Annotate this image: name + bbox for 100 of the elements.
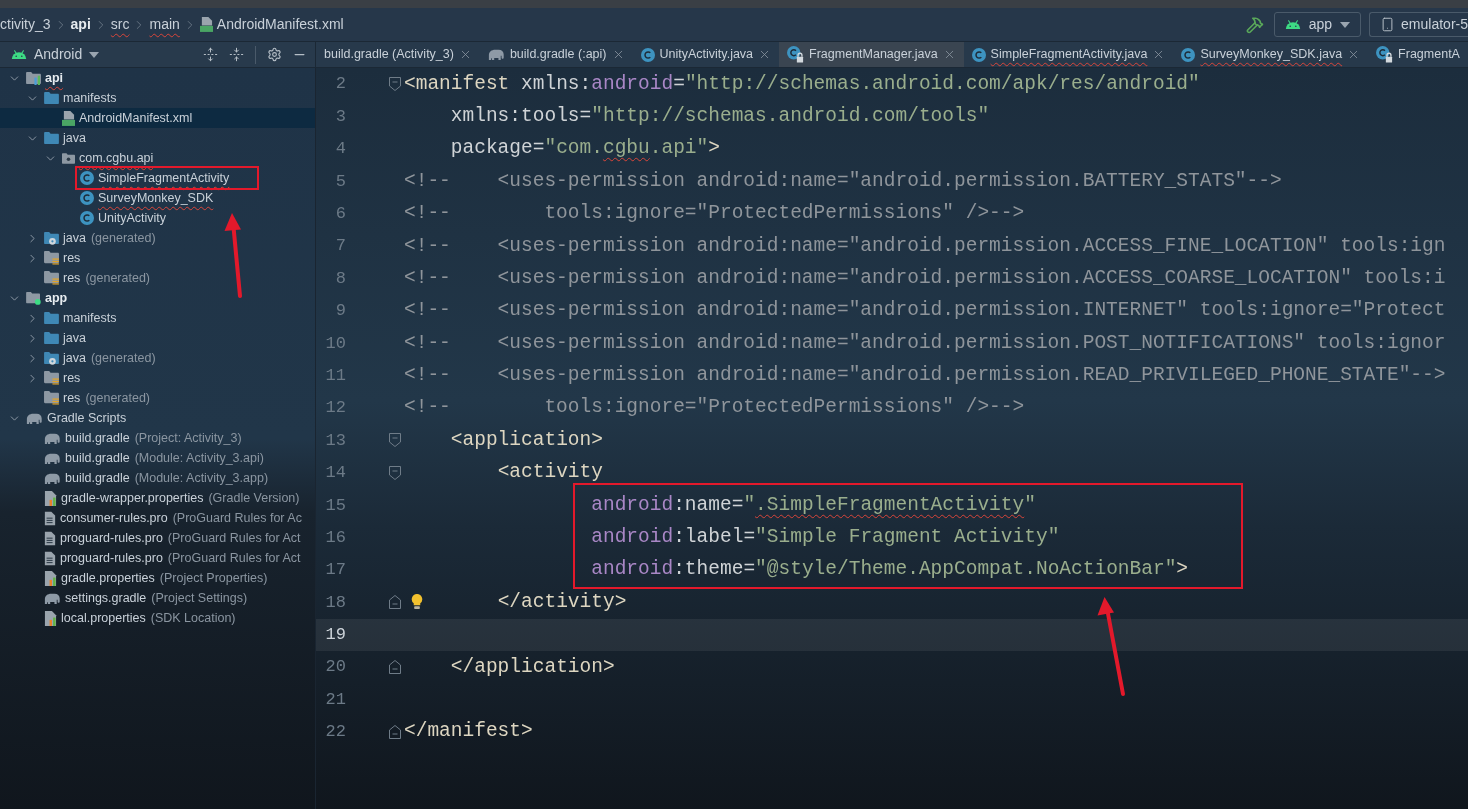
tree-item[interactable]: api bbox=[0, 68, 315, 88]
line-number: 2 bbox=[334, 73, 346, 96]
properties-file-icon bbox=[44, 610, 57, 626]
tree-item[interactable]: build.gradle (Module: Activity_3.api) bbox=[0, 448, 315, 468]
tree-item[interactable]: java bbox=[0, 128, 315, 148]
editor-tab[interactable]: UnityActivity.java bbox=[632, 42, 780, 67]
class-icon bbox=[80, 211, 94, 225]
tree-item[interactable]: UnityActivity bbox=[0, 208, 315, 228]
device-dropdown[interactable]: emulator-5 bbox=[1369, 12, 1468, 37]
line-number: 13 bbox=[324, 429, 346, 452]
tree-item[interactable]: local.properties (SDK Location) bbox=[0, 608, 315, 628]
tree-item[interactable]: proguard-rules.pro (ProGuard Rules for Act bbox=[0, 548, 315, 568]
code-line: <activity bbox=[497, 460, 603, 486]
tree-item[interactable]: res bbox=[0, 248, 315, 268]
android-icon bbox=[1284, 20, 1301, 29]
tree-item[interactable]: AndroidManifest.xml bbox=[0, 108, 315, 128]
elephant-icon bbox=[487, 49, 505, 60]
editor-tab[interactable]: build.gradle (Activity_3) bbox=[316, 42, 480, 67]
editor-tab[interactable]: SimpleFragmentActivity.java bbox=[963, 42, 1174, 67]
phone-icon bbox=[1380, 17, 1396, 32]
hammer-icon[interactable] bbox=[1245, 15, 1264, 34]
editor-tab[interactable]: FragmentManager.java bbox=[779, 42, 964, 67]
caret-down-icon bbox=[89, 51, 100, 58]
breadcrumb-item[interactable]: AndroidManifest.xml bbox=[199, 14, 344, 35]
tree-item[interactable]: app bbox=[0, 288, 315, 308]
breadcrumb-item[interactable]: main bbox=[149, 14, 180, 35]
code-line: <!-- tools:ignore="ProtectedPermissions" />--> bbox=[404, 395, 1025, 421]
settings-icon[interactable] bbox=[267, 47, 282, 62]
breadcrumb-item[interactable]: src bbox=[110, 14, 130, 35]
line-number: 20 bbox=[324, 656, 346, 679]
tree-item[interactable]: consumer-rules.pro (ProGuard Rules for Ac bbox=[0, 508, 315, 528]
editor-tab[interactable]: SurveyMonkey_SDK.java bbox=[1173, 42, 1369, 67]
code-line: xmlns:tools="http://schemas.android.com/tools" bbox=[450, 103, 990, 129]
fold-marker-icon[interactable] bbox=[389, 433, 401, 448]
breadcrumb-item[interactable]: api bbox=[70, 14, 91, 35]
folder-with-gear-icon bbox=[44, 231, 59, 245]
lightbulb-icon[interactable] bbox=[411, 594, 423, 610]
code-line: </activity> bbox=[497, 589, 627, 615]
tree-item[interactable]: java (generated) bbox=[0, 228, 315, 248]
folder-icon bbox=[44, 132, 59, 144]
line-number: 8 bbox=[334, 267, 346, 290]
tree-item[interactable]: build.gradle (Module: Activity_3.app) bbox=[0, 468, 315, 488]
expand-all-icon[interactable] bbox=[203, 47, 218, 62]
code-line: <!-- <uses-permission android:name="android.permission.READ_PRIVILEGED_PHONE_STATE"--> bbox=[404, 363, 1446, 389]
tree-item[interactable]: proguard-rules.pro (ProGuard Rules for Act bbox=[0, 528, 315, 548]
code-line: android:name=".SimpleFragmentActivity" bbox=[591, 492, 1036, 518]
line-number: 14 bbox=[324, 462, 346, 485]
tree-item[interactable]: res bbox=[0, 368, 315, 388]
folder-icon bbox=[44, 92, 59, 104]
line-number: 19 bbox=[324, 624, 346, 647]
elephant-icon bbox=[44, 592, 61, 604]
collapse-all-icon[interactable] bbox=[229, 47, 244, 62]
line-number: 18 bbox=[324, 591, 346, 614]
tree-item[interactable]: res (generated) bbox=[0, 268, 315, 288]
run-configuration-dropdown[interactable]: app bbox=[1273, 12, 1362, 37]
folder-icon bbox=[44, 332, 59, 344]
fold-marker-icon[interactable] bbox=[389, 595, 401, 610]
editor-tab[interactable]: build.gradle (:api) bbox=[479, 42, 633, 67]
resource-folder-icon bbox=[44, 271, 59, 285]
editor-tab[interactable]: FragmentA bbox=[1368, 42, 1468, 67]
line-number: 15 bbox=[324, 494, 346, 517]
line-number: 17 bbox=[324, 559, 346, 582]
tree-item[interactable]: settings.gradle (Project Settings) bbox=[0, 588, 315, 608]
code-line: android:label="Simple Fragment Activity" bbox=[591, 525, 1060, 551]
code-line: </application> bbox=[450, 654, 615, 680]
line-number: 6 bbox=[334, 203, 346, 225]
manifest-file-icon bbox=[199, 17, 213, 32]
breadcrumb-item[interactable]: ctivity_3 bbox=[0, 14, 51, 35]
tree-item[interactable]: manifests bbox=[0, 88, 315, 108]
tree-item[interactable]: build.gradle (Project: Activity_3) bbox=[0, 428, 315, 448]
resource-folder-icon bbox=[44, 391, 59, 405]
tree-item[interactable]: gradle.properties (Project Properties) bbox=[0, 568, 315, 588]
tree-item[interactable]: SurveyMonkey_SDK bbox=[0, 188, 315, 208]
line-number: 4 bbox=[334, 138, 346, 161]
line-number: 16 bbox=[324, 526, 346, 549]
resource-folder-icon bbox=[44, 371, 59, 385]
android-icon bbox=[11, 50, 27, 59]
fold-marker-icon[interactable] bbox=[389, 77, 401, 92]
fold-marker-icon[interactable] bbox=[389, 660, 401, 675]
code-line: <!-- <uses-permission android:name="android.permission.BATTERY_STATS"--> bbox=[404, 168, 1282, 194]
tree-item[interactable]: java bbox=[0, 328, 315, 348]
project-view-dropdown[interactable]: Android bbox=[0, 44, 100, 65]
line-number: 7 bbox=[334, 235, 346, 258]
properties-file-icon bbox=[44, 490, 57, 506]
folder-with-bars-icon bbox=[26, 71, 41, 85]
class-icon bbox=[80, 171, 94, 185]
tree-item[interactable]: java (generated) bbox=[0, 348, 315, 368]
resource-folder-icon bbox=[44, 251, 59, 265]
elephant-icon bbox=[26, 412, 43, 424]
tree-item[interactable]: gradle-wrapper.properties (Gradle Version) bbox=[0, 488, 315, 508]
tree-item[interactable]: com.cgbu.api bbox=[0, 148, 315, 168]
fold-marker-icon[interactable] bbox=[389, 725, 401, 739]
tree-item[interactable]: manifests bbox=[0, 308, 315, 328]
line-number: 12 bbox=[324, 397, 346, 420]
elephant-icon bbox=[44, 472, 61, 484]
tree-item[interactable]: SimpleFragmentActivity bbox=[0, 168, 315, 188]
fold-marker-icon[interactable] bbox=[389, 465, 401, 480]
tree-item[interactable]: Gradle Scripts bbox=[0, 408, 315, 428]
tree-item[interactable]: res (generated) bbox=[0, 388, 315, 408]
code-line: <application> bbox=[450, 427, 603, 453]
